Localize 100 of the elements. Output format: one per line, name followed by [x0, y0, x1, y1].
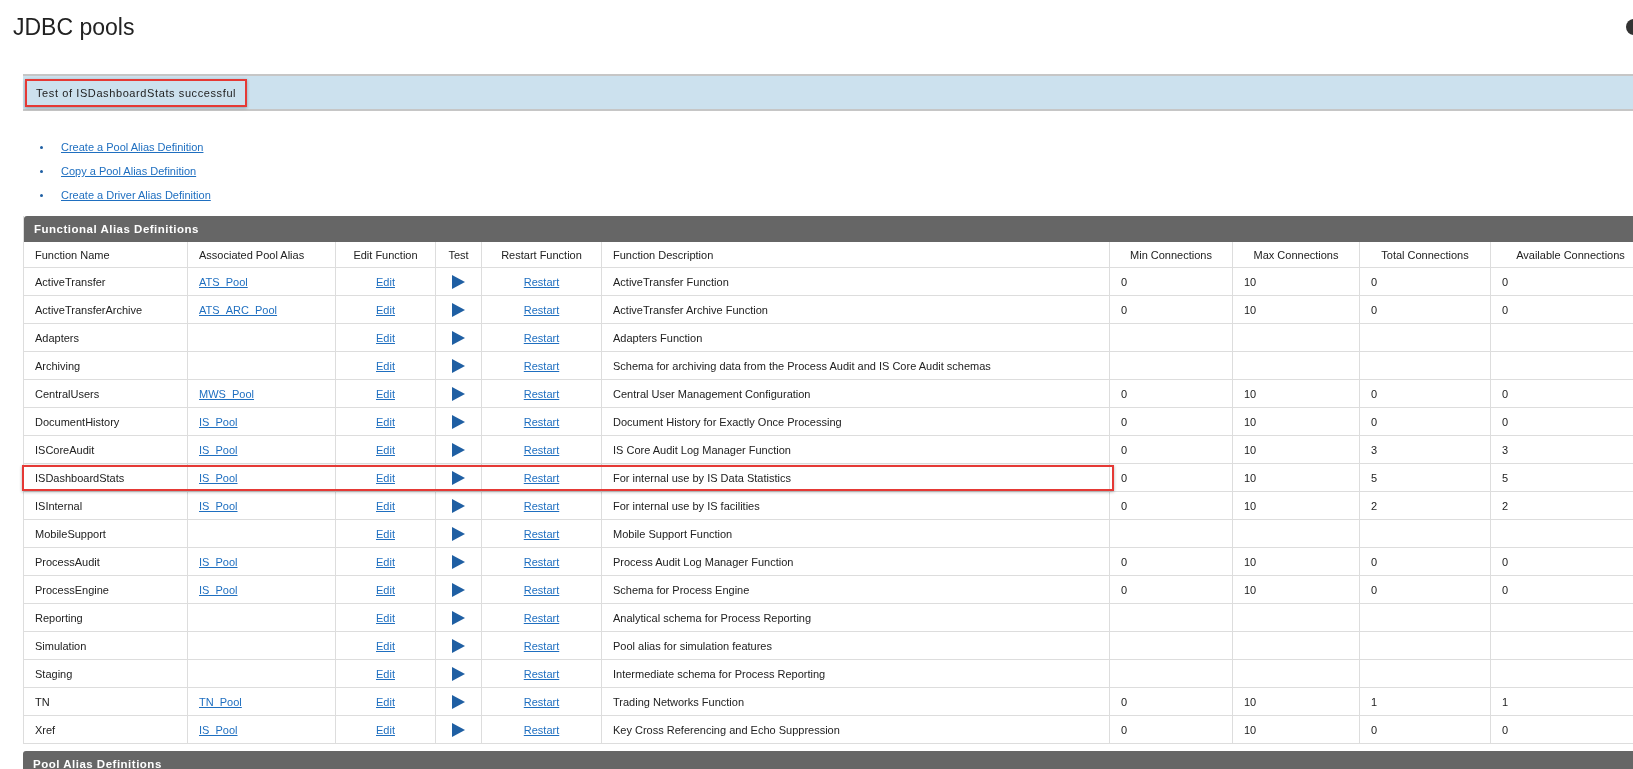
restart-link[interactable]: Restart: [523, 387, 560, 400]
edit-link[interactable]: Edit: [376, 639, 395, 652]
pool-link[interactable]: IS_Pool: [199, 499, 238, 512]
table-cell: 10: [1244, 499, 1257, 512]
edit-link[interactable]: Edit: [376, 499, 395, 512]
edit-link[interactable]: Edit: [376, 443, 395, 456]
play-icon[interactable]: [452, 442, 465, 457]
table-cell: Adapters Function: [602, 324, 1110, 351]
restart-link[interactable]: Restart: [523, 359, 560, 372]
edit-link[interactable]: Edit: [376, 723, 395, 736]
column-header: Restart Function: [482, 242, 602, 267]
restart-link[interactable]: Restart: [523, 303, 560, 316]
restart-link[interactable]: Restart: [523, 667, 560, 680]
column-header: Function Description: [602, 242, 1110, 267]
play-icon[interactable]: [452, 302, 465, 317]
edit-link[interactable]: Edit: [376, 275, 395, 288]
action-link[interactable]: Create a Driver Alias Definition: [61, 189, 211, 201]
pool-link[interactable]: IS_Pool: [199, 555, 238, 568]
restart-link[interactable]: Restart: [523, 415, 560, 428]
pool-link[interactable]: ATS_ARC_Pool: [199, 303, 278, 316]
restart-link[interactable]: Restart: [523, 499, 560, 512]
play-icon[interactable]: [452, 414, 465, 429]
play-icon[interactable]: [452, 274, 465, 289]
edit-link[interactable]: Edit: [376, 471, 395, 484]
action-link[interactable]: Create a Pool Alias Definition: [61, 141, 204, 153]
pool-link[interactable]: ATS_Pool: [199, 275, 248, 288]
table-cell: 0: [1502, 723, 1509, 736]
edit-link[interactable]: Edit: [376, 667, 395, 680]
pool-link[interactable]: TN_Pool: [199, 695, 242, 708]
table-cell: Simulation: [24, 632, 188, 659]
play-icon[interactable]: [452, 554, 465, 569]
table-cell: Xref: [24, 716, 188, 743]
table-cell: 0: [1371, 387, 1378, 400]
play-icon[interactable]: [452, 582, 465, 597]
table-cell: Archiving: [24, 352, 188, 379]
edit-link[interactable]: Edit: [376, 583, 395, 596]
edit-link[interactable]: Edit: [376, 359, 395, 372]
table-cell: 0: [1121, 275, 1128, 288]
table-cell: 0: [1121, 443, 1128, 456]
section-header: Pool Alias Definitions: [23, 751, 1633, 769]
table-cell: 0: [1371, 415, 1378, 428]
edit-link[interactable]: Edit: [376, 303, 395, 316]
play-icon[interactable]: [452, 722, 465, 737]
table-cell: For internal use by IS facilities: [602, 492, 1110, 519]
pool-link[interactable]: IS_Pool: [199, 471, 238, 484]
table-cell: Analytical schema for Process Reporting: [602, 604, 1110, 631]
play-icon[interactable]: [452, 470, 465, 485]
restart-link[interactable]: Restart: [523, 555, 560, 568]
table-cell: Central User Management Configuration: [602, 380, 1110, 407]
table-cell: Schema for Process Engine: [602, 576, 1110, 603]
edit-link[interactable]: Edit: [376, 611, 395, 624]
play-icon[interactable]: [452, 694, 465, 709]
table-cell: Process Audit Log Manager Function: [602, 548, 1110, 575]
restart-link[interactable]: Restart: [523, 471, 560, 484]
table-cell: 0: [1121, 387, 1128, 400]
pool-link[interactable]: IS_Pool: [199, 415, 238, 428]
table-cell: 10: [1244, 583, 1257, 596]
restart-link[interactable]: Restart: [523, 275, 560, 288]
table-cell: 0: [1371, 303, 1378, 316]
table-cell: 0: [1502, 555, 1509, 568]
restart-link[interactable]: Restart: [523, 695, 560, 708]
restart-link[interactable]: Restart: [523, 583, 560, 596]
table-cell: Reporting: [24, 604, 188, 631]
play-icon[interactable]: [452, 610, 465, 625]
play-icon[interactable]: [452, 386, 465, 401]
table-cell: TN: [24, 688, 188, 715]
action-link[interactable]: Copy a Pool Alias Definition: [61, 165, 197, 177]
edit-link[interactable]: Edit: [376, 387, 395, 400]
edit-link[interactable]: Edit: [376, 331, 395, 344]
edit-link[interactable]: Edit: [376, 555, 395, 568]
edit-link[interactable]: Edit: [376, 415, 395, 428]
table-cell: ISDashboardStats: [24, 464, 188, 491]
restart-link[interactable]: Restart: [523, 611, 560, 624]
play-icon[interactable]: [452, 526, 465, 541]
edit-link[interactable]: Edit: [376, 527, 395, 540]
column-header: Edit Function: [336, 242, 436, 267]
table-cell: ActiveTransfer Archive Function: [602, 296, 1110, 323]
play-icon[interactable]: [452, 498, 465, 513]
edit-link[interactable]: Edit: [376, 695, 395, 708]
table-cell: 10: [1244, 723, 1257, 736]
play-icon[interactable]: [452, 358, 465, 373]
play-icon[interactable]: [452, 330, 465, 345]
restart-link[interactable]: Restart: [523, 331, 560, 344]
pool-link[interactable]: IS_Pool: [199, 583, 238, 596]
column-header: Test: [436, 242, 482, 267]
table-cell: 0: [1371, 723, 1378, 736]
pool-link[interactable]: IS_Pool: [199, 443, 238, 456]
restart-link[interactable]: Restart: [523, 639, 560, 652]
pool-link[interactable]: MWS_Pool: [199, 387, 255, 400]
restart-link[interactable]: Restart: [523, 723, 560, 736]
bullet-icon: [40, 193, 43, 197]
table-cell: 10: [1244, 387, 1257, 400]
play-icon[interactable]: [452, 638, 465, 653]
play-icon[interactable]: [452, 666, 465, 681]
pool-link[interactable]: IS_Pool: [199, 723, 238, 736]
table-cell: 1: [1502, 695, 1509, 708]
table-cell: 0: [1121, 415, 1128, 428]
restart-link[interactable]: Restart: [523, 443, 560, 456]
table-cell: ProcessEngine: [24, 576, 188, 603]
restart-link[interactable]: Restart: [523, 527, 560, 540]
